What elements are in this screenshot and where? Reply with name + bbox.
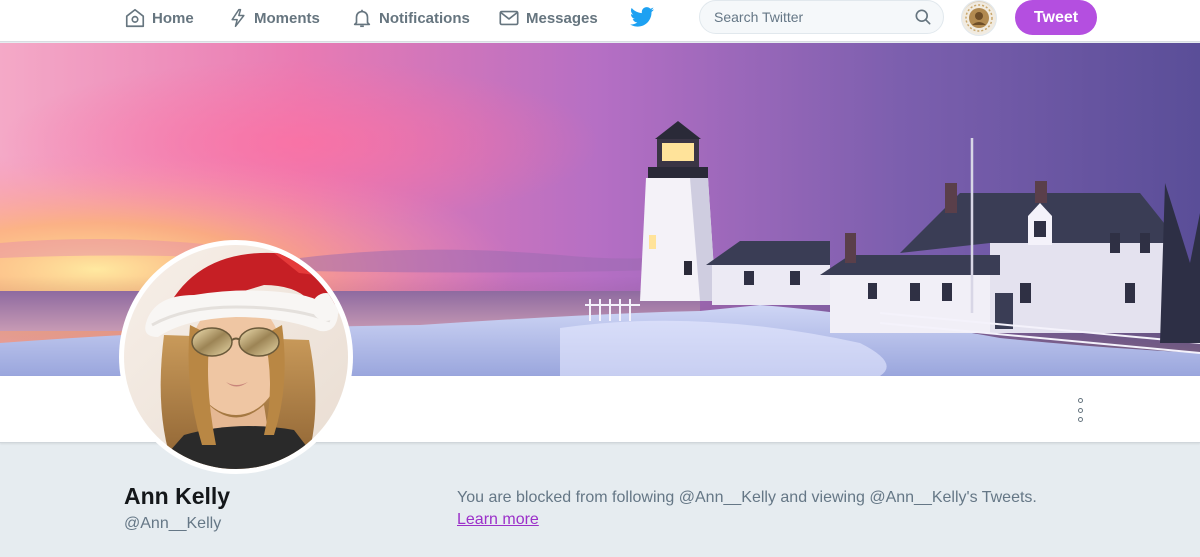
- twitter-bird-icon[interactable]: [630, 7, 654, 32]
- nav-notifications-label: Notifications: [379, 9, 470, 27]
- nav-messages[interactable]: Messages: [498, 0, 598, 36]
- envelope-icon: [499, 10, 519, 26]
- home-icon: [125, 8, 145, 28]
- search-input[interactable]: [714, 9, 913, 25]
- blocked-message: You are blocked from following @Ann__Kel…: [457, 489, 1037, 506]
- nav-home[interactable]: Home: [124, 0, 194, 36]
- nav-moments-label: Moments: [254, 9, 320, 27]
- nav-notifications[interactable]: Notifications: [351, 0, 470, 36]
- profile-avatar[interactable]: [119, 240, 353, 474]
- nav-moments[interactable]: Moments: [228, 0, 320, 36]
- nav-home-label: Home: [152, 9, 194, 27]
- search-box[interactable]: [699, 0, 944, 34]
- blocked-notice: You are blocked from following @Ann__Kel…: [457, 487, 1077, 531]
- profile-handle: @Ann__Kelly: [124, 515, 222, 532]
- profile-name: Ann Kelly: [124, 483, 231, 509]
- lightning-icon: [231, 8, 245, 28]
- top-navigation-bar: Home Moments Notifications Messages Sear…: [0, 0, 1200, 42]
- learn-more-link[interactable]: Learn more: [457, 511, 539, 528]
- tweet-button[interactable]: Tweet: [1015, 0, 1097, 35]
- account-avatar[interactable]: [961, 0, 997, 36]
- nav-messages-label: Messages: [526, 9, 598, 27]
- search-icon[interactable]: [913, 7, 933, 27]
- bell-icon: [353, 9, 371, 28]
- vertical-dots-icon[interactable]: [1070, 398, 1090, 422]
